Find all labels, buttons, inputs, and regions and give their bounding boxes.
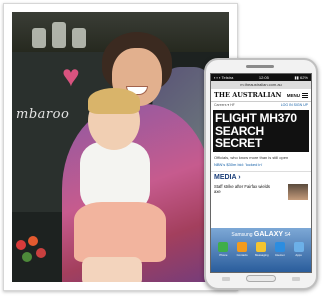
status-bar: ▪ ▪ ▪ Telstra 12:05 ▮▮ 62% <box>211 74 311 81</box>
app-icon-label: Phone <box>219 253 228 257</box>
app-icon-messaging[interactable]: Messaging <box>254 242 269 257</box>
app-icon-apps[interactable]: Apps <box>293 242 305 257</box>
baby-legs <box>82 257 142 282</box>
app-icon-label: Contacts <box>236 253 248 257</box>
ad-product: GALAXY <box>253 231 284 238</box>
story-thumbnail <box>288 183 308 200</box>
url-bar[interactable]: m.theaustralian.com.au <box>211 81 311 89</box>
phone-screen: ▪ ▪ ▪ Telstra 12:05 ▮▮ 62% m.theaustrali… <box>210 73 312 273</box>
app-icon-label: Messaging <box>254 253 269 257</box>
story-link[interactable]: NBN's $30m bid: 'locked in' <box>211 160 311 169</box>
media-section-heading[interactable]: MEDIA › <box>211 170 311 183</box>
app-icon-label: Internet <box>275 253 285 257</box>
clock: 12:05 <box>258 75 269 80</box>
carrier-signal: ▪ ▪ ▪ Telstra <box>214 75 234 80</box>
hamburger-icon <box>302 92 308 98</box>
baby-skirt <box>74 202 166 262</box>
phone-icon <box>218 242 229 252</box>
menu-button[interactable]: MENU <box>286 92 308 98</box>
flowers <box>12 234 52 282</box>
story-link[interactable]: Officials, who know more than is still o… <box>211 152 311 160</box>
login-link[interactable]: LOG IN <box>281 103 293 107</box>
lead-headline[interactable]: FLIGHT MH370 SEARCH SECRET <box>213 110 309 152</box>
baby-hair <box>88 88 140 114</box>
phone-speaker <box>246 65 274 68</box>
back-key[interactable] <box>292 277 300 281</box>
internet-icon <box>274 242 285 252</box>
advertisement-image: ♥ mbaroo ▪ ▪ ▪ Telstra 12:05 ▮▮ 62% m.th… <box>0 0 322 296</box>
app-icon-label: Apps <box>295 253 302 257</box>
home-button[interactable] <box>246 275 276 282</box>
sub-navigation: Careers ▾ HF LOG IN SIGN UP <box>211 102 311 108</box>
menu-label: MENU <box>286 92 300 98</box>
app-icon-phone[interactable]: Phone <box>217 242 229 257</box>
family-photo: ♥ mbaroo <box>12 12 229 282</box>
heart-icon: ♥ <box>62 60 80 93</box>
ad-model: S4 <box>284 232 291 238</box>
messaging-icon <box>255 242 266 252</box>
ad-app-icons: Phone Contacts Messaging Internet Apps <box>211 238 311 257</box>
site-logo[interactable]: THE AUSTRALIAN <box>214 91 281 99</box>
photo-print: ♥ mbaroo <box>3 3 238 291</box>
contacts-icon <box>237 242 248 252</box>
apps-icon <box>293 242 304 252</box>
section-selector[interactable]: Careers ▾ HF <box>214 103 235 107</box>
site-masthead: THE AUSTRALIAN MENU <box>211 89 311 102</box>
battery-indicator: ▮▮ 62% <box>294 75 308 80</box>
ad-title: Samsung GALAXY S4 <box>211 228 311 238</box>
signup-link[interactable]: SIGN UP <box>294 103 308 107</box>
smartphone: ▪ ▪ ▪ Telstra 12:05 ▮▮ 62% m.theaustrali… <box>204 58 318 290</box>
app-icon-contacts[interactable]: Contacts <box>236 242 248 257</box>
ad-brand: Samsung <box>231 232 253 238</box>
chalkboard-text: mbaroo <box>16 107 70 122</box>
samsung-banner-ad[interactable]: Samsung GALAXY S4 Phone Contacts Messaging… <box>211 228 311 272</box>
app-icon-internet[interactable]: Internet <box>274 242 286 257</box>
menu-key[interactable] <box>222 277 230 281</box>
media-story[interactable]: Staff strike after Fairfax wields axe <box>211 183 311 201</box>
media-story-title: Staff strike after Fairfax wields axe <box>214 183 271 194</box>
